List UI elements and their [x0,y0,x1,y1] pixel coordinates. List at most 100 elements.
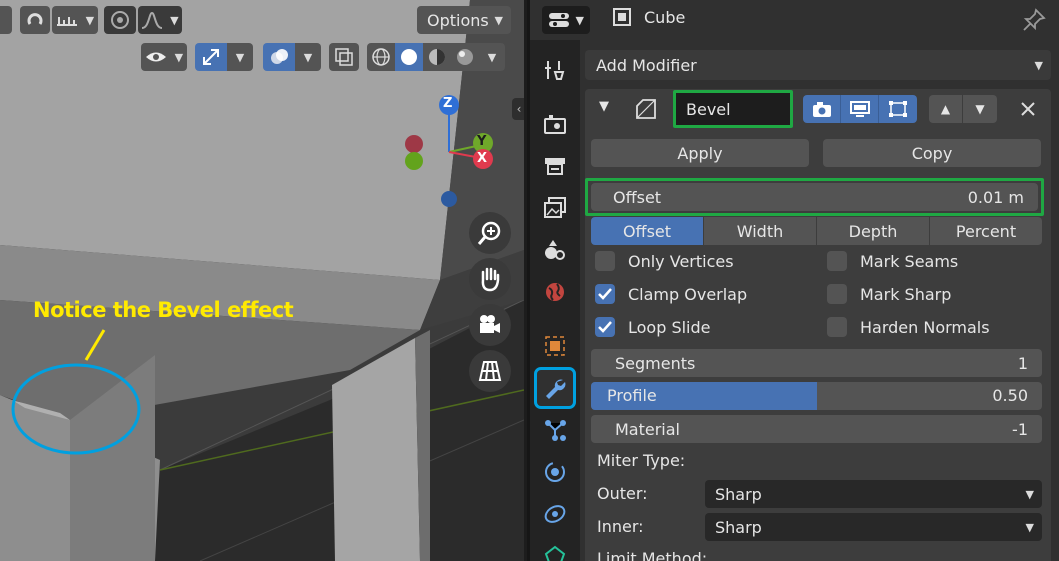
copy-button[interactable]: Copy [823,139,1041,167]
add-modifier-label: Add Modifier [596,55,697,75]
gizmo-dropdown[interactable]: ▼ [227,43,253,71]
checkbox-box[interactable] [827,284,847,304]
modifier-name-field[interactable]: Bevel [673,90,793,128]
camera-view-button[interactable] [469,304,511,346]
tab-object[interactable] [537,328,573,364]
segments-field[interactable]: Segments 1 [591,349,1042,377]
shading-wireframe-button[interactable] [367,43,395,71]
only-vertices-checkbox[interactable]: Only Vertices [595,251,734,271]
view-object-types-dropdown[interactable]: ▼ [141,43,187,71]
gizmo-x-label[interactable]: X [477,151,487,166]
chevron-down-icon: ▼ [235,50,245,64]
width-type-depth[interactable]: Depth [817,217,930,245]
tab-render[interactable] [537,106,573,142]
modifier-properties: Add Modifier ▼ ▼ Bevel ▲ ▼ Apply Copy Of… [580,40,1059,561]
move-up-button[interactable]: ▲ [929,95,963,123]
particles-icon [545,420,566,441]
bevel-modifier-panel: ▼ Bevel ▲ ▼ Apply Copy Offset 0.01 m Off… [585,89,1051,561]
tab-modifiers[interactable] [534,367,576,409]
mode-select-edge[interactable] [0,6,12,34]
width-type-percent[interactable]: Percent [930,217,1042,245]
gizmo-z-label[interactable]: Z [443,96,452,111]
overlays-dropdown[interactable]: ▼ [295,43,321,71]
object-context: Cube [612,7,685,27]
tab-data[interactable] [537,538,573,561]
triangle-down-icon: ▼ [975,102,985,116]
checkbox-box[interactable] [595,284,615,304]
tab-tool[interactable] [537,52,573,88]
checkbox-box[interactable] [595,251,615,271]
profile-slider[interactable]: Profile 0.50 [591,382,1042,410]
viewport-header: ▼ ▼ Options ▼ [0,0,524,40]
outer-miter-select[interactable]: Sharp ▼ [705,480,1042,508]
edit-cage-toggle[interactable] [879,95,917,123]
profile-label: Profile [607,386,657,405]
clamp-overlap-checkbox[interactable]: Clamp Overlap [595,284,747,304]
offset-label: Offset [613,187,662,207]
apply-button[interactable]: Apply [591,139,809,167]
inner-miter-select[interactable]: Sharp ▼ [705,513,1042,541]
options-dropdown[interactable]: Options ▼ [417,6,511,34]
pin-icon[interactable] [1022,8,1046,32]
3d-viewport[interactable]: Z Y X ▼ ▼ Options ▼ ▼ ▼ ▼ ▼ Notice the B… [0,0,524,561]
tab-constraints[interactable] [537,496,573,532]
shading-solid-button[interactable] [395,43,423,71]
snap-target-dropdown[interactable]: ▼ [52,6,98,34]
checkmark-icon [598,321,612,333]
proportional-edit-button[interactable] [104,6,136,34]
shading-material-button[interactable] [423,43,451,71]
camera-render-icon [812,102,831,117]
falloff-dropdown[interactable]: ▼ [138,6,182,34]
harden-normals-checkbox[interactable]: Harden Normals [827,317,990,337]
solid-sphere-icon [401,49,417,65]
tab-physics[interactable] [537,454,573,490]
mark-seams-checkbox[interactable]: Mark Seams [827,251,958,271]
shading-dropdown[interactable]: ▼ [479,43,505,71]
profile-value: 0.50 [992,386,1028,405]
printer-icon [545,158,565,175]
tab-output[interactable] [537,148,573,184]
mesh-data-icon [544,545,566,561]
tab-view-layer[interactable] [537,190,573,226]
tab-world[interactable] [537,274,573,310]
checkbox-box[interactable] [595,317,615,337]
material-field[interactable]: Material -1 [591,415,1042,443]
loop-slide-checkbox[interactable]: Loop Slide [595,317,711,337]
checkbox-box[interactable] [827,317,847,337]
wrench-icon [546,379,566,399]
clamp-overlap-label: Clamp Overlap [628,284,748,304]
show-gizmo-button[interactable] [195,43,227,71]
viewport-display-toggle[interactable] [841,95,879,123]
xray-toggle-button[interactable] [329,43,359,71]
snap-toggle-button[interactable] [20,6,50,34]
segments-label: Segments [615,353,696,373]
edit-mode-toggle[interactable] [803,95,841,123]
zoom-icon [477,221,501,245]
properties-header: ▼ Cube [530,0,1059,40]
triangle-up-icon: ▲ [940,102,951,116]
move-down-button[interactable]: ▼ [963,95,997,123]
inner-miter-label: Inner: [597,517,644,536]
checkbox-box[interactable] [827,251,847,271]
gizmo-y-label[interactable]: Y [477,134,486,149]
show-overlays-button[interactable] [263,43,295,71]
ortho-toggle-button[interactable] [469,350,511,392]
width-type-tabs: Offset Width Depth Percent [591,217,1042,245]
tab-particles[interactable] [537,412,573,448]
add-modifier-dropdown[interactable]: Add Modifier ▼ [585,50,1051,80]
remove-modifier-button[interactable] [1017,97,1039,121]
pan-tool-button[interactable] [469,258,511,300]
editor-type-dropdown[interactable]: ▼ [542,6,590,34]
width-type-offset[interactable]: Offset [591,217,704,245]
material-sphere-icon [429,49,445,65]
viewport-scene[interactable] [0,0,524,561]
collapse-arrow-icon[interactable]: ▼ [599,99,609,114]
modifier-visibility-group [803,95,917,123]
tab-scene[interactable] [537,232,573,268]
sidebar-toggle[interactable]: ‹ [512,98,524,120]
offset-amount-field[interactable]: Offset 0.01 m [591,183,1038,211]
mark-sharp-checkbox[interactable]: Mark Sharp [827,284,951,304]
zoom-tool-button[interactable] [469,212,511,254]
shading-rendered-button[interactable] [451,43,479,71]
width-type-width[interactable]: Width [704,217,817,245]
